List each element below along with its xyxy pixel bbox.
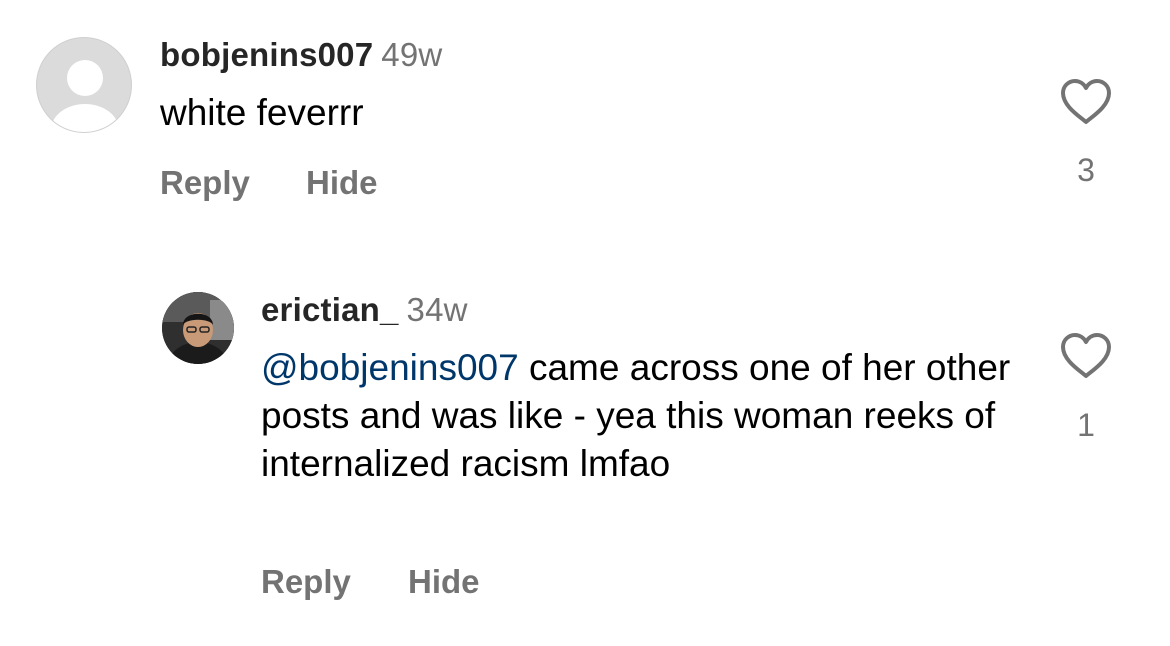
profile-photo-image xyxy=(162,292,234,364)
hide-button[interactable]: Hide xyxy=(306,164,378,202)
reply-button[interactable]: Reply xyxy=(160,164,250,202)
username-text[interactable]: bobjenins007 xyxy=(160,36,373,73)
like-button[interactable] xyxy=(1059,78,1113,126)
comments-view: bobjenins007 49w white feverrr Reply Hide… xyxy=(0,0,1170,646)
like-count: 3 xyxy=(1077,152,1095,188)
mention-link[interactable]: @bobjenins007 xyxy=(261,347,519,388)
heart-icon xyxy=(1061,79,1111,124)
like-button[interactable] xyxy=(1059,332,1113,380)
comment-timestamp: 49w xyxy=(381,36,443,73)
comment-username[interactable]: bobjenins007 49w xyxy=(160,36,442,74)
heart-icon xyxy=(1061,333,1111,378)
avatar[interactable] xyxy=(162,292,234,364)
like-count: 1 xyxy=(1077,407,1095,443)
avatar[interactable] xyxy=(36,37,132,133)
username-text[interactable]: erictian_ xyxy=(261,291,399,328)
comment-text: white feverrr xyxy=(160,92,364,133)
comment-text: @bobjenins007 came across one of her oth… xyxy=(261,344,1021,488)
comment-timestamp: 34w xyxy=(406,291,468,328)
default-person-icon xyxy=(51,60,119,132)
reply-button[interactable]: Reply xyxy=(261,563,351,601)
hide-button[interactable]: Hide xyxy=(408,563,480,601)
comment-username[interactable]: erictian_ 34w xyxy=(261,291,468,329)
